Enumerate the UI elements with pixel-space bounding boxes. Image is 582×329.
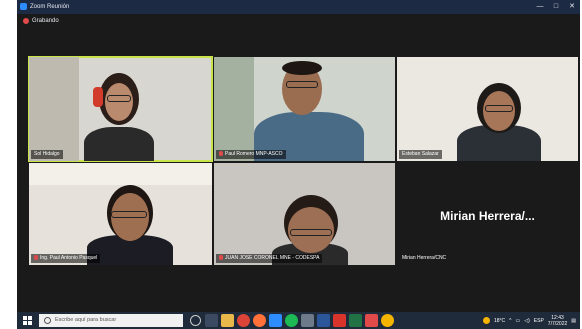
windows-taskbar: Escribe aquí para buscar 18°C ^ ▭ ◁) ESP… bbox=[17, 312, 580, 329]
participant-name: Mirian Herrera/CNC bbox=[402, 255, 447, 261]
clock[interactable]: 12:43 7/7/2022 bbox=[548, 315, 567, 327]
muted-mic-icon bbox=[219, 151, 223, 156]
close-button[interactable]: ✕ bbox=[564, 0, 580, 14]
app-icon[interactable] bbox=[301, 314, 314, 327]
video-tile-paul-pasquel[interactable]: Ing. Paul Antonio Pasquel bbox=[29, 163, 212, 265]
participant-name: Esteban Salazar bbox=[399, 150, 442, 159]
chrome-icon[interactable] bbox=[381, 314, 394, 327]
chrome-icon[interactable] bbox=[237, 314, 250, 327]
app-icon[interactable] bbox=[365, 314, 378, 327]
spotify-icon[interactable] bbox=[285, 314, 298, 327]
video-tile-mirian-herrera[interactable]: Mirian Herrera/... Mirian Herrera/CNC bbox=[397, 163, 578, 265]
network-icon[interactable]: ▭ bbox=[516, 318, 521, 324]
pinned-apps bbox=[189, 314, 394, 327]
participant-display-name: Mirian Herrera/... bbox=[440, 209, 535, 223]
notifications-icon[interactable]: ▤ bbox=[571, 318, 576, 324]
zoom-icon[interactable] bbox=[269, 314, 282, 327]
recording-indicator[interactable]: Grabando bbox=[17, 14, 580, 28]
title-bar: Zoom Reunión — □ ✕ bbox=[17, 0, 580, 14]
window-controls: — □ ✕ bbox=[532, 0, 580, 14]
video-tile-paul-romero[interactable]: Paul Romero MNP-ASCO bbox=[214, 57, 395, 161]
date: 7/7/2022 bbox=[547, 320, 568, 327]
recording-label: Grabando bbox=[32, 18, 59, 24]
taskbar-search-input[interactable]: Escribe aquí para buscar bbox=[39, 314, 183, 327]
video-tile-sol-hidalgo[interactable]: Sol Hidalgo bbox=[28, 56, 213, 162]
video-tile-juan-coronel[interactable]: JUAN JOSE CORONEL MNE - CODESPA bbox=[214, 163, 395, 265]
video-tile-esteban-salazar[interactable]: Esteban Salazar bbox=[397, 57, 578, 161]
chevron-up-icon[interactable]: ^ bbox=[509, 318, 511, 324]
language-indicator[interactable]: ESP bbox=[534, 318, 544, 324]
muted-mic-icon bbox=[219, 255, 223, 260]
cortana-icon[interactable] bbox=[190, 315, 201, 326]
system-tray: 18°C ^ ▭ ◁) ESP 12:43 7/7/2022 ▤ bbox=[483, 312, 576, 329]
participant-name: Paul Romero MNP-ASCO bbox=[216, 150, 286, 159]
task-view-icon[interactable] bbox=[205, 314, 218, 327]
temperature: 18°C bbox=[494, 317, 506, 324]
search-icon bbox=[44, 317, 51, 324]
word-icon[interactable] bbox=[317, 314, 330, 327]
file-explorer-icon[interactable] bbox=[221, 314, 234, 327]
participant-name: JUAN JOSE CORONEL MNE - CODESPA bbox=[216, 254, 323, 263]
minimize-button[interactable]: — bbox=[532, 0, 548, 14]
participant-name: Ing. Paul Antonio Pasquel bbox=[31, 254, 101, 263]
participant-name: Sol Hidalgo bbox=[31, 150, 63, 159]
excel-icon[interactable] bbox=[349, 314, 362, 327]
maximize-button[interactable]: □ bbox=[548, 0, 564, 14]
window-title: Zoom Reunión bbox=[30, 4, 70, 10]
weather-icon[interactable] bbox=[483, 317, 490, 324]
record-icon bbox=[23, 18, 29, 24]
windows-start-icon[interactable] bbox=[23, 316, 32, 325]
muted-mic-icon bbox=[34, 255, 38, 260]
volume-icon[interactable]: ◁) bbox=[524, 318, 530, 324]
firefox-icon[interactable] bbox=[253, 314, 266, 327]
search-placeholder: Escribe aquí para buscar bbox=[55, 317, 117, 323]
zoom-app-icon bbox=[20, 3, 27, 10]
zoom-window: Zoom Reunión — □ ✕ Grabando Sol Hidalgo … bbox=[17, 0, 580, 312]
acrobat-icon[interactable] bbox=[333, 314, 346, 327]
